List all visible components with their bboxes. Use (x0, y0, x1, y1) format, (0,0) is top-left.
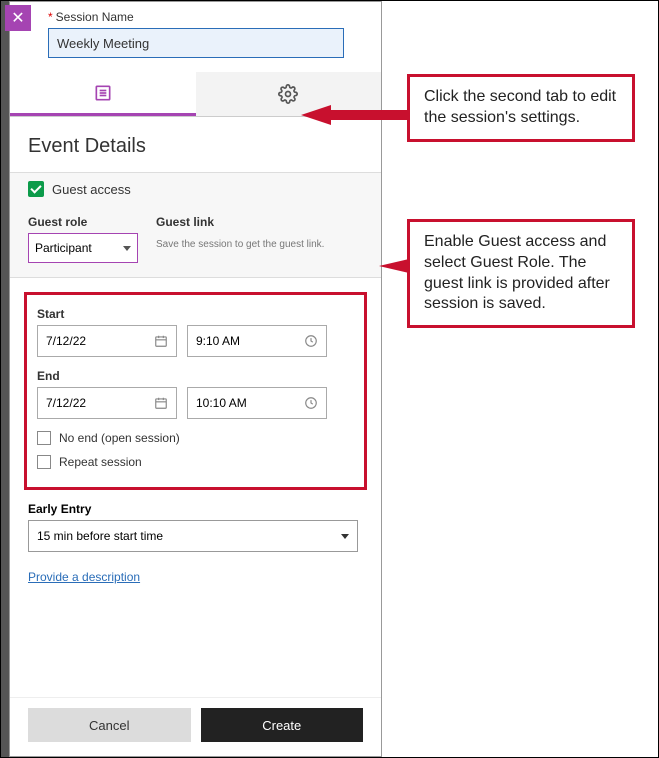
callout-1: Click the second tab to edit the session… (407, 74, 635, 142)
tab-event-details[interactable] (10, 72, 196, 116)
guest-link-hint: Save the session to get the guest link. (156, 239, 324, 250)
start-date-input[interactable]: 7/12/22 (37, 325, 177, 357)
no-end-checkbox[interactable] (37, 431, 51, 445)
repeat-checkbox[interactable] (37, 455, 51, 469)
session-name-input[interactable] (48, 28, 344, 58)
start-label: Start (37, 307, 354, 321)
start-time-input[interactable]: 9:10 AM (187, 325, 327, 357)
clock-icon (304, 396, 318, 410)
end-label: End (37, 369, 354, 383)
close-button[interactable]: ✕ (5, 5, 31, 31)
caret-down-icon (341, 534, 349, 539)
start-date-value: 7/12/22 (46, 334, 86, 348)
create-button[interactable]: Create (201, 708, 364, 742)
guest-access-checkbox[interactable] (28, 181, 44, 197)
end-date-value: 7/12/22 (46, 396, 86, 410)
gear-icon (278, 84, 298, 104)
early-entry-label: Early Entry (28, 502, 363, 516)
early-entry-select[interactable]: 15 min before start time (28, 520, 358, 552)
start-time-value: 9:10 AM (196, 334, 240, 348)
session-name-label: *Session Name (48, 10, 363, 24)
clock-icon (304, 334, 318, 348)
calendar-icon (154, 334, 168, 348)
callout-2: Enable Guest access and select Guest Rol… (407, 219, 635, 328)
no-end-label: No end (open session) (59, 431, 180, 445)
list-icon (93, 83, 113, 103)
callout-arrow-1 (301, 105, 409, 125)
calendar-icon (154, 396, 168, 410)
datetime-highlight-box: Start 7/12/22 9:10 AM End (24, 292, 367, 490)
end-time-value: 10:10 AM (196, 396, 247, 410)
guest-role-value: Participant (35, 241, 92, 255)
guest-access-label: Guest access (52, 182, 131, 197)
guest-role-select[interactable]: Participant (28, 233, 138, 263)
section-title: Event Details (28, 135, 363, 158)
repeat-label: Repeat session (59, 455, 142, 469)
end-date-input[interactable]: 7/12/22 (37, 387, 177, 419)
guest-link-label: Guest link (156, 215, 324, 229)
callout-arrow-2 (379, 259, 409, 273)
guest-role-label: Guest role (28, 215, 138, 229)
close-icon: ✕ (11, 8, 24, 28)
end-time-input[interactable]: 10:10 AM (187, 387, 327, 419)
cancel-button[interactable]: Cancel (28, 708, 191, 742)
provide-description-link[interactable]: Provide a description (28, 570, 140, 584)
early-entry-value: 15 min before start time (37, 529, 163, 543)
caret-down-icon (123, 246, 131, 251)
